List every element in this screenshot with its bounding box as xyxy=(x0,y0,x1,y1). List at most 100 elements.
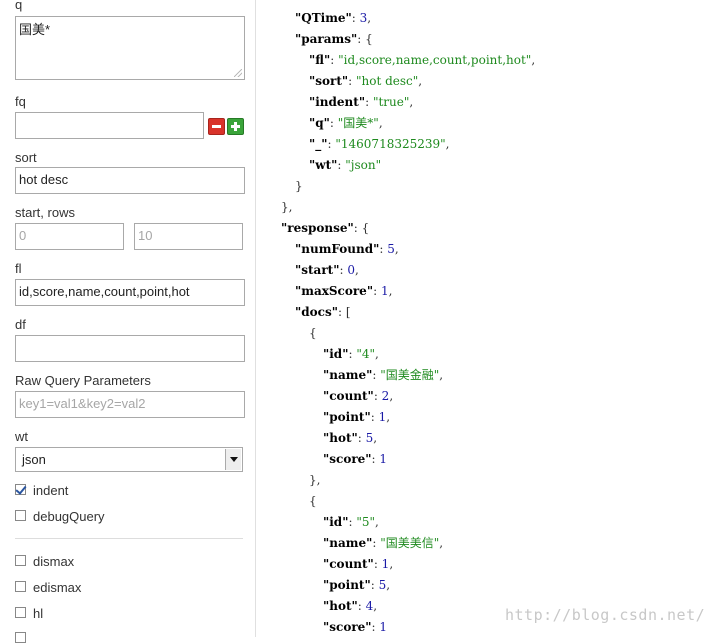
json-key: "fl" xyxy=(309,53,331,67)
json-key: "name" xyxy=(323,536,373,550)
json-line: "point": 1, xyxy=(323,409,390,425)
json-key: "count" xyxy=(323,557,374,571)
json-string: "5" xyxy=(356,515,375,529)
json-punct: : xyxy=(373,557,382,571)
fq-label: fq xyxy=(15,94,26,109)
add-fq-button[interactable] xyxy=(227,118,244,135)
chevron-down-icon[interactable] xyxy=(225,449,241,470)
json-number: 1 xyxy=(379,452,388,466)
json-line: "name": "国美美信", xyxy=(323,535,443,551)
json-key: "score" xyxy=(323,452,372,466)
dismax-label: dismax xyxy=(33,554,75,569)
hl-label: hl xyxy=(33,606,44,621)
json-punct: , xyxy=(389,557,394,571)
df-input[interactable] xyxy=(15,335,245,362)
hl-checkbox[interactable] xyxy=(15,607,26,618)
watermark: http://blog.csdn.net/ xyxy=(505,606,706,624)
facet-checkbox[interactable] xyxy=(15,632,26,643)
json-key: "indent" xyxy=(309,95,366,109)
df-label: df xyxy=(15,317,26,332)
wt-select[interactable]: json xyxy=(15,447,243,472)
fq-input[interactable] xyxy=(15,112,204,139)
indent-checkbox[interactable] xyxy=(15,484,26,495)
json-punct: : [ xyxy=(337,305,351,319)
json-line: { xyxy=(309,325,317,341)
json-key: "wt" xyxy=(309,158,338,172)
json-key: "docs" xyxy=(295,305,338,319)
json-punct: , xyxy=(445,137,450,151)
json-punct: , xyxy=(388,284,393,298)
json-key: "numFound" xyxy=(295,242,380,256)
json-string: "国美*" xyxy=(337,116,379,130)
fl-label: fl xyxy=(15,261,22,276)
json-line: }, xyxy=(281,199,292,215)
json-line: "count": 1, xyxy=(323,556,393,572)
start-input[interactable]: 0 xyxy=(15,223,124,250)
json-punct: : xyxy=(351,11,360,25)
json-key: "response" xyxy=(281,221,354,235)
plus-icon xyxy=(228,119,243,134)
raw-query-label: Raw Query Parameters xyxy=(15,373,151,388)
q-textarea[interactable]: 国美* xyxy=(15,16,245,80)
json-key: "hot" xyxy=(323,431,358,445)
json-line: "start": 0, xyxy=(295,262,359,278)
json-line: { xyxy=(309,493,317,509)
json-punct: , xyxy=(373,431,378,445)
rows-input[interactable]: 10 xyxy=(134,223,243,250)
json-line: }, xyxy=(309,472,320,488)
json-line: "fl": "id,score,name,count,point,hot", xyxy=(309,52,535,68)
edismax-checkbox[interactable] xyxy=(15,581,26,592)
json-punct: : xyxy=(365,95,373,109)
json-punct: : xyxy=(370,410,379,424)
json-line: "count": 2, xyxy=(323,388,393,404)
json-line: "hot": 4, xyxy=(323,598,377,614)
json-line: "indent": "true", xyxy=(309,94,413,110)
resize-grip-icon[interactable] xyxy=(234,69,242,77)
json-punct: : xyxy=(357,599,366,613)
json-line: "sort": "hot desc", xyxy=(309,73,422,89)
q-value: 国美* xyxy=(19,22,51,37)
json-line: "wt": "json" xyxy=(309,157,381,173)
wt-label: wt xyxy=(15,429,28,444)
debugquery-checkbox[interactable] xyxy=(15,510,26,521)
json-punct: , xyxy=(386,578,391,592)
query-form-panel: q 国美* fq sort hot desc start, rows 0 10 … xyxy=(0,0,256,643)
json-punct: , xyxy=(378,116,383,130)
json-string: "国美美信" xyxy=(380,536,440,550)
json-key: "_" xyxy=(309,137,328,151)
json-string: "国美金融" xyxy=(380,368,440,382)
fl-input[interactable]: id,score,name,count,point,hot xyxy=(15,279,245,306)
json-line: "score": 1 xyxy=(323,451,387,467)
remove-fq-button[interactable] xyxy=(208,118,225,135)
json-line: "response": { xyxy=(281,220,369,236)
sort-input[interactable]: hot desc xyxy=(15,167,245,194)
json-key: "q" xyxy=(309,116,330,130)
json-line: "numFound": 5, xyxy=(295,241,399,257)
json-key: "QTime" xyxy=(295,11,352,25)
indent-label: indent xyxy=(33,483,69,498)
json-line: "params": { xyxy=(295,31,373,47)
json-line: "QTime": 3, xyxy=(295,10,371,26)
json-punct: , xyxy=(367,11,372,25)
json-string: "json" xyxy=(345,158,382,172)
json-punct: { xyxy=(309,494,317,508)
json-punct: , xyxy=(409,95,414,109)
json-key: "id" xyxy=(323,347,349,361)
json-string: "4" xyxy=(356,347,375,361)
json-line: } xyxy=(295,178,303,194)
json-line: "maxScore": 1, xyxy=(295,283,392,299)
json-punct: }, xyxy=(281,200,293,214)
sort-label: sort xyxy=(15,150,37,165)
json-string: "1460718325239" xyxy=(335,137,446,151)
raw-query-input[interactable]: key1=val1&key2=val2 xyxy=(15,391,245,418)
json-key: "id" xyxy=(323,515,349,529)
json-line: "id": "4", xyxy=(323,346,379,362)
json-punct: : { xyxy=(357,32,373,46)
json-key: "point" xyxy=(323,410,371,424)
json-line: "point": 5, xyxy=(323,577,390,593)
json-punct: }, xyxy=(309,473,321,487)
json-key: "start" xyxy=(295,263,340,277)
dismax-checkbox[interactable] xyxy=(15,555,26,566)
json-punct: : xyxy=(370,578,379,592)
json-number: 1 xyxy=(379,620,388,634)
